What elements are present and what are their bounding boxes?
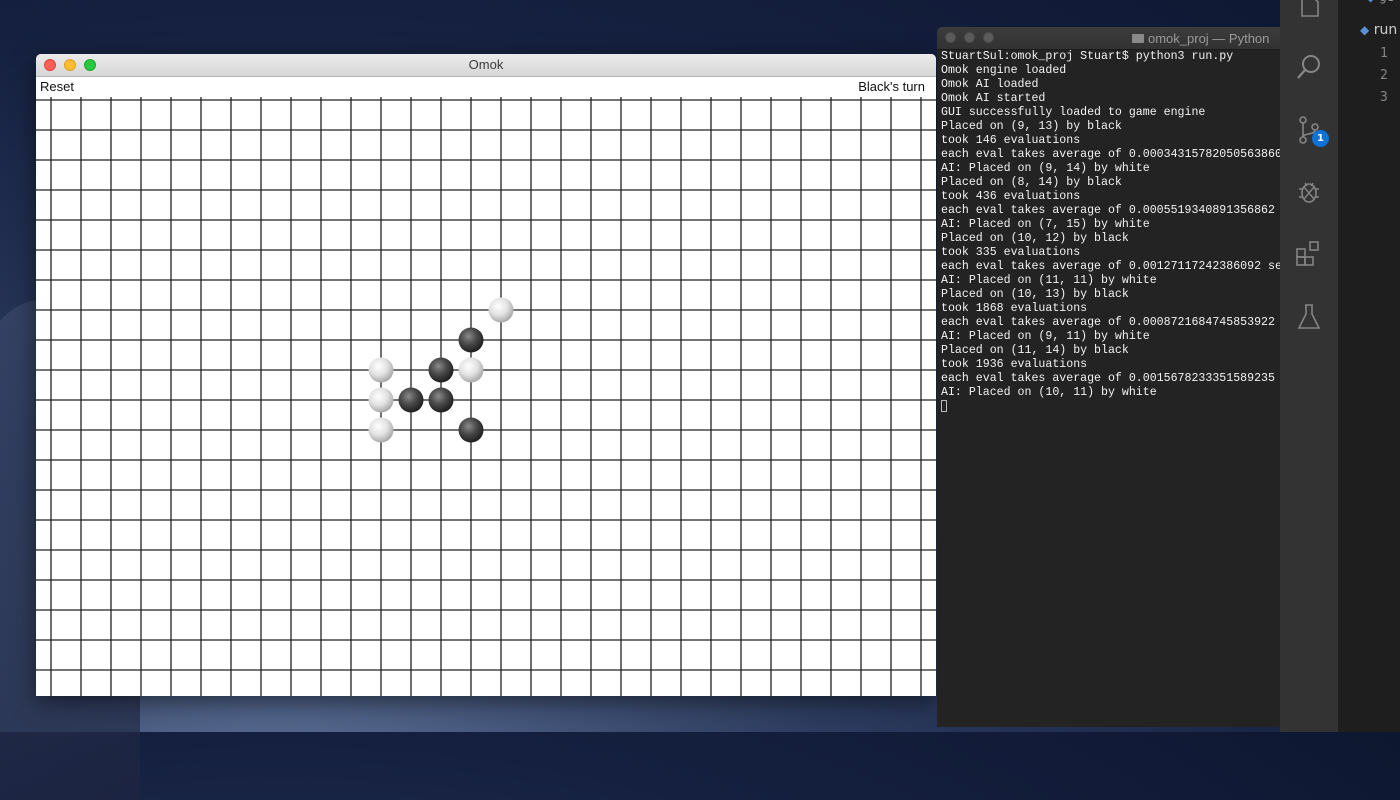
omok-window: Omok Reset Black's turn <box>36 54 936 696</box>
terminal-line: each eval takes average of 0.00087216847… <box>941 316 1275 329</box>
terminal-line: GUI successfully loaded to game engine <box>941 106 1206 119</box>
line-number: 1 <box>1380 46 1388 61</box>
line-number: 2 <box>1380 68 1388 83</box>
terminal-line: Placed on (10, 13) by black <box>941 288 1129 301</box>
search-icon[interactable] <box>1294 52 1324 82</box>
terminal-line: AI: Placed on (10, 11) by white <box>941 386 1157 399</box>
python-file-icon: ◆ <box>1360 23 1370 37</box>
black-stone <box>458 327 484 353</box>
terminal-line: each eval takes average of 0.00127117242… <box>941 260 1280 273</box>
terminal-line: took 1868 evaluations <box>941 302 1088 315</box>
turn-indicator: Black's turn <box>858 79 925 94</box>
terminal-output[interactable]: StuartSul:omok_proj Stuart$ python3 run.… <box>941 50 1280 727</box>
terminal-line: took 1936 evaluations <box>941 358 1088 371</box>
cursor-icon <box>941 400 947 412</box>
source-control-badge: 1 <box>1312 130 1329 147</box>
terminal-titlebar[interactable]: omok_proj — Python <box>937 27 1280 50</box>
files-icon[interactable] <box>1294 0 1324 24</box>
terminal-line: Omok AI loaded <box>941 78 1039 91</box>
terminal-title-text: omok_proj — Python <box>1148 31 1270 46</box>
terminal-line: Placed on (10, 12) by black <box>941 232 1129 245</box>
previous-tab-label: ge <box>1379 0 1394 4</box>
terminal-window: omok_proj — Python StuartSul:omok_proj S… <box>937 27 1280 727</box>
activity-bar: 1 <box>1280 0 1338 732</box>
terminal-line: took 335 evaluations <box>941 246 1081 259</box>
previous-tab[interactable]: ◆ ge <box>1366 0 1394 4</box>
terminal-line: AI: Placed on (9, 11) by white <box>941 330 1150 343</box>
board-grid <box>36 97 936 696</box>
black-stone <box>398 387 424 413</box>
terminal-line: each eval takes average of 0.00055193408… <box>941 204 1275 217</box>
terminal-title: omok_proj — Python <box>1132 31 1269 46</box>
terminal-line: StuartSul:omok_proj Stuart$ python3 run.… <box>941 50 1234 63</box>
black-stone <box>428 357 454 383</box>
editor-area: ◆ ge ◆ run 1 2 3 <box>1338 0 1400 732</box>
white-stone <box>368 387 394 413</box>
tab-run-py[interactable]: ◆ run <box>1360 22 1397 38</box>
terminal-minimize-button[interactable] <box>964 32 975 43</box>
terminal-prompt-line <box>941 400 1280 414</box>
black-stone <box>458 417 484 443</box>
python-file-icon: ◆ <box>1366 0 1375 4</box>
terminal-line: Placed on (8, 14) by black <box>941 176 1122 189</box>
vscode-window: 1 ◆ ge ◆ run 1 2 3 <box>1280 0 1400 732</box>
game-toolbar: Reset Black's turn <box>36 77 936 97</box>
folder-icon <box>1132 34 1144 43</box>
terminal-line: each eval takes average of 0.00034315782… <box>941 148 1280 161</box>
terminal-line: AI: Placed on (11, 11) by white <box>941 274 1157 287</box>
terminal-line: each eval takes average of 0.00156782333… <box>941 372 1275 385</box>
white-stone <box>458 357 484 383</box>
terminal-line: Omok AI started <box>941 92 1046 105</box>
terminal-line: Placed on (9, 13) by black <box>941 120 1122 133</box>
game-board[interactable] <box>36 54 936 696</box>
terminal-line: Placed on (11, 14) by black <box>941 344 1129 357</box>
terminal-line: AI: Placed on (9, 14) by white <box>941 162 1150 175</box>
terminal-line: took 146 evaluations <box>941 134 1081 147</box>
reset-button[interactable]: Reset <box>38 78 76 95</box>
terminal-zoom-button[interactable] <box>983 32 994 43</box>
extensions-icon[interactable] <box>1294 239 1324 269</box>
line-number: 3 <box>1380 90 1388 105</box>
terminal-line: AI: Placed on (7, 15) by white <box>941 218 1150 231</box>
terminal-close-button[interactable] <box>945 32 956 43</box>
tab-run-label: run <box>1373 22 1398 38</box>
white-stone <box>368 357 394 383</box>
terminal-line: Omok engine loaded <box>941 64 1067 77</box>
terminal-line: took 436 evaluations <box>941 190 1081 203</box>
white-stone <box>488 297 514 323</box>
black-stone <box>428 387 454 413</box>
flask-icon[interactable] <box>1294 302 1324 332</box>
debug-icon[interactable] <box>1294 177 1324 207</box>
white-stone <box>368 417 394 443</box>
